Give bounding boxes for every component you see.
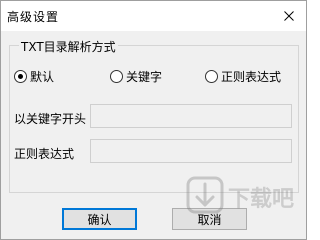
radio-circle — [14, 70, 27, 83]
cancel-button[interactable]: 取消 — [172, 208, 247, 230]
keyword-prefix-input[interactable] — [90, 104, 292, 128]
radio-label-default: 默认 — [30, 70, 55, 84]
radio-selected-dot — [18, 74, 23, 79]
radio-circle — [205, 70, 218, 83]
radio-label-regex: 正则表达式 — [221, 70, 282, 84]
ok-button[interactable]: 确认 — [62, 208, 137, 230]
regex-label: 正则表达式 — [14, 147, 75, 161]
radio-circle — [110, 70, 123, 83]
parse-mode-group: TXT目录解析方式 默认 关键字 正则表达式 以关键字开头 正则表达式 — [9, 38, 299, 193]
radio-keyword[interactable]: 关键字 — [110, 68, 162, 85]
radio-default[interactable]: 默认 — [14, 68, 54, 85]
window-title: 高级设置 — [7, 10, 60, 24]
title-bar: 高级设置 — [0, 0, 307, 31]
radio-regex[interactable]: 正则表达式 — [205, 68, 281, 85]
close-button[interactable] — [271, 0, 307, 31]
close-icon — [284, 10, 294, 21]
keyword-prefix-label: 以关键字开头 — [14, 112, 87, 126]
dialog-body: TXT目录解析方式 默认 关键字 正则表达式 以关键字开头 正则表达式 确认 取… — [1, 31, 306, 239]
radio-label-keyword: 关键字 — [126, 70, 163, 84]
regex-input[interactable] — [90, 139, 292, 163]
group-legend: TXT目录解析方式 — [19, 38, 118, 55]
